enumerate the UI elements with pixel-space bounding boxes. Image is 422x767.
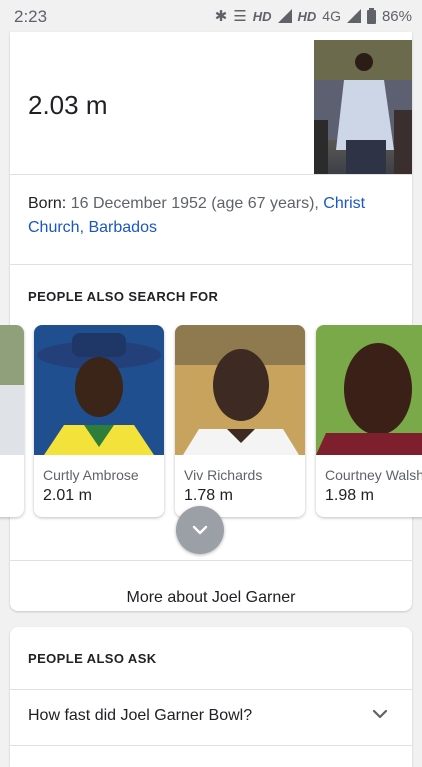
battery-icon <box>366 8 376 24</box>
divider <box>10 264 412 265</box>
person-card[interactable]: Viv Richards 1.78 m <box>175 325 305 517</box>
person-card[interactable]: Curtly Ambrose 2.01 m <box>34 325 164 517</box>
person-height: 1.98 m <box>325 487 374 504</box>
person-name: Curtly Ambrose <box>43 467 139 483</box>
player-photo[interactable] <box>314 40 412 174</box>
person-height: 2.01 m <box>43 487 92 504</box>
born-label: Born: <box>28 195 67 212</box>
people-carousel[interactable]: Curtly Ambrose 2.01 m Viv Richards 1.78 … <box>0 325 422 521</box>
person-photo <box>34 325 164 455</box>
status-time: 2:23 <box>14 7 48 26</box>
expand-button[interactable] <box>176 506 224 554</box>
person-photo <box>316 325 422 455</box>
chevron-down-icon <box>192 525 208 535</box>
person-card-partial[interactable] <box>0 325 24 517</box>
question-row[interactable]: How fast did Joel Garner Bowl? <box>10 689 412 745</box>
vibrate-icon: ☰ <box>233 8 247 25</box>
status-icons: ✱ ☰ HD HD 4G 86% <box>214 7 412 26</box>
more-about-link[interactable]: More about Joel Garner <box>10 589 412 607</box>
person-photo <box>0 325 24 455</box>
question-text: How fast did Joel Garner Bowl? <box>28 707 253 724</box>
hd-indicator-2: HD <box>297 8 317 24</box>
divider <box>10 174 412 175</box>
network-type: 4G <box>322 8 341 24</box>
person-height: 1.78 m <box>184 487 233 504</box>
person-name: Viv Richards <box>184 467 263 483</box>
height-value: 2.03 m <box>28 90 108 120</box>
hd-indicator: HD <box>252 8 272 24</box>
status-bar: 2:23 ✱ ☰ HD HD 4G 86% <box>0 0 422 32</box>
signal-icon-2 <box>346 9 361 23</box>
divider <box>10 560 412 561</box>
people-also-ask-card: PEOPLE ALSO ASK How fast did Joel Garner… <box>10 627 412 767</box>
people-also-ask-title: PEOPLE ALSO ASK <box>28 651 157 666</box>
person-card[interactable]: Courtney Walsh 1.98 m <box>316 325 422 517</box>
bluetooth-icon: ✱ <box>214 8 228 25</box>
divider <box>10 745 412 746</box>
person-photo <box>175 325 305 455</box>
person-name: Courtney Walsh <box>325 467 422 483</box>
signal-icon <box>277 9 292 23</box>
people-also-search-title: PEOPLE ALSO SEARCH FOR <box>28 289 219 304</box>
born-info: Born: 16 December 1952 (age 67 years), C… <box>28 192 388 240</box>
chevron-down-icon <box>372 709 388 719</box>
player-photo-image <box>314 40 412 174</box>
battery-percent: 86% <box>381 7 412 25</box>
born-date: 16 December 1952 (age 67 years), <box>66 195 324 212</box>
